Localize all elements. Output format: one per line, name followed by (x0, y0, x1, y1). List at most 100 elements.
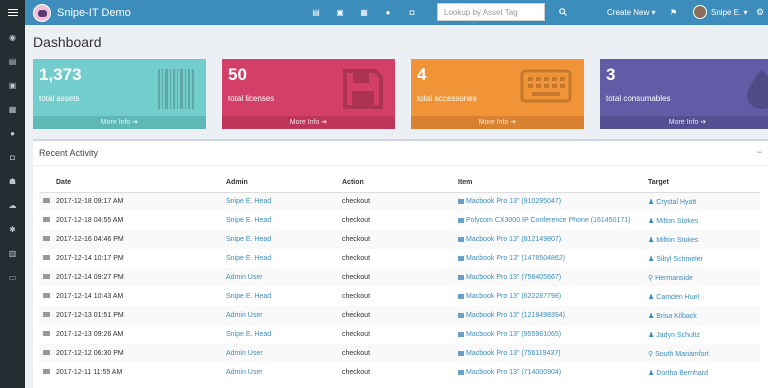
reports-icon[interactable]: ▥ (0, 246, 25, 260)
target-link[interactable]: Dortha Bernhard (656, 370, 708, 377)
admin-link[interactable]: Snipe E. Head (226, 287, 342, 306)
target-link[interactable]: Crystal Hyatt (656, 199, 696, 206)
more-info-link[interactable]: More Info ➔ (33, 116, 206, 129)
row-type-cell (39, 211, 56, 230)
accessories-icon[interactable]: ▦ (0, 102, 25, 116)
column-header-action[interactable]: Action (342, 174, 458, 193)
date-cell: 2017-12-14 09:27 PM (56, 268, 226, 287)
asset-icon (43, 274, 50, 279)
row-type-cell (39, 363, 56, 382)
gear-icon[interactable]: ⚙ (756, 7, 764, 18)
column-header-item[interactable]: Item (458, 174, 648, 193)
more-info-link[interactable]: More Info ➔ (222, 116, 395, 129)
target-link[interactable]: Jadyn Schultz (656, 332, 700, 339)
admin-link[interactable]: Admin User (226, 306, 342, 325)
column-header-admin[interactable]: Admin (226, 174, 342, 193)
admin-link[interactable]: Snipe E. Head (226, 192, 342, 211)
target-link[interactable]: Brisa Kilback (656, 313, 696, 320)
item-link[interactable]: Polycom CX3000 IP Conference Phone (1614… (466, 217, 630, 224)
table-header-row: Date Admin Action Item Target (39, 174, 760, 193)
target-link[interactable]: Milton Stokes (656, 218, 698, 225)
assets-icon[interactable]: ▤ (0, 54, 25, 68)
user-menu[interactable]: Snipe E. ▾ (711, 8, 747, 17)
more-info-link[interactable]: More Info ➔ (411, 116, 584, 129)
consumables-icon[interactable]: ● (384, 8, 392, 17)
item-cell: Macbook Pro 13" (1218498394) (458, 306, 648, 325)
target-cell: ♟ Milton Stokes (648, 211, 760, 230)
action-cell: checkout (342, 306, 458, 325)
total-licenses-tile[interactable]: 50 total licenses More Info ➔ (222, 59, 395, 129)
action-cell: checkout (342, 331, 371, 338)
action-cell: checkout (342, 217, 371, 224)
asset-icon (43, 198, 50, 204)
laptop-icon[interactable]: ▭ (0, 270, 25, 284)
row-type-cell (39, 192, 56, 211)
asset-tag-search-input[interactable]: Lookup by Asset Tag (437, 3, 545, 21)
licenses-icon[interactable]: ▣ (0, 78, 25, 92)
total-consumables-tile[interactable]: 3 total consumables More Info ➔ (600, 59, 768, 129)
admin-link[interactable]: Snipe E. Head (226, 211, 342, 230)
total-accessories-tile[interactable]: 4 total accessories More Info ➔ (411, 59, 584, 129)
assets-icon[interactable]: ▤ (312, 8, 320, 17)
admin-link[interactable]: Snipe E. Head (226, 230, 342, 249)
components-icon[interactable]: ◘ (408, 8, 416, 17)
accessories-icon[interactable]: ▦ (360, 8, 368, 17)
components-icon[interactable]: ◘ (0, 150, 25, 164)
sidebar-toggle-button[interactable] (0, 0, 25, 25)
item-link[interactable]: Macbook Pro 13" (714000904) (466, 369, 561, 376)
tile-label: total consumables (606, 94, 671, 103)
target-link[interactable]: Sibyl Schmeler (656, 256, 703, 263)
date-cell: 2017-12-18 09:17 AM (56, 192, 226, 211)
item-link[interactable]: Macbook Pro 13" (955981065) (466, 331, 561, 338)
user-avatar[interactable] (693, 5, 707, 19)
item-link[interactable]: Macbook Pro 13" (910295047) (466, 198, 561, 205)
user-icon: ♟ (648, 312, 655, 320)
collapse-button[interactable]: − (757, 147, 762, 157)
admin-link[interactable]: Admin User (226, 363, 342, 382)
cloud-icon[interactable]: ☁ (0, 198, 25, 212)
table-row: 2017-12-18 04:55 AM Snipe E. Head checkout… (39, 211, 760, 230)
column-header-target[interactable]: Target (648, 174, 760, 193)
total-assets-tile[interactable]: 1,373 total assets More Info ➔ (33, 59, 206, 129)
action-cell: checkout (342, 293, 371, 300)
action-cell: checkout (342, 255, 371, 262)
users-icon[interactable]: ☗ (0, 174, 25, 188)
licenses-icon[interactable]: ▣ (336, 8, 344, 17)
date-cell: 2017-12-13 09:26 AM (56, 331, 124, 338)
app-title[interactable]: Snipe-IT Demo (57, 7, 131, 19)
row-type-cell (39, 325, 56, 344)
settings-icon[interactable]: ✱ (0, 222, 25, 236)
admin-link[interactable]: Admin User (226, 344, 342, 363)
item-link[interactable]: Macbook Pro 13" (1478504862) (466, 255, 565, 262)
row-type-cell (39, 230, 56, 249)
more-info-link[interactable]: More Info ➔ (600, 116, 768, 129)
date-cell: 2017-12-13 01:51 PM (56, 306, 226, 325)
item-link[interactable]: Macbook Pro 13" (812149807) (466, 236, 561, 243)
item-icon (458, 350, 464, 356)
date-cell: 2017-12-16 04:46 PM (56, 230, 226, 249)
item-link[interactable]: Macbook Pro 13" (756405667) (466, 274, 561, 281)
item-link[interactable]: Macbook Pro 13" (622287798) (466, 293, 561, 300)
admin-link[interactable]: Snipe E. Head (226, 325, 342, 344)
item-link[interactable]: Macbook Pro 13" (1218498394) (466, 312, 565, 319)
target-link[interactable]: South Mariamfort (655, 351, 709, 358)
admin-link[interactable]: Admin User (226, 268, 342, 287)
droplet-icon (747, 69, 768, 109)
item-link[interactable]: Macbook Pro 13" (756119437) (466, 350, 561, 357)
target-link[interactable]: Hermanside (655, 275, 693, 282)
app-logo[interactable] (33, 3, 51, 22)
item-icon (458, 331, 464, 337)
dashboard-icon[interactable]: ◉ (0, 30, 25, 44)
flag-icon[interactable]: ⚑ (670, 8, 677, 17)
target-cell: ♟ Milton Stokes (648, 230, 760, 249)
item-icon (458, 312, 464, 318)
admin-link[interactable]: Snipe E. Head (226, 249, 342, 268)
target-link[interactable]: Milton Stokes (656, 237, 698, 244)
table-row: 2017-12-11 11:55 AM Admin User checkout Mac… (39, 363, 760, 382)
search-button[interactable] (549, 3, 577, 21)
target-link[interactable]: Camden Huel (656, 294, 699, 301)
column-header-date[interactable]: Date (56, 174, 226, 193)
consumables-icon[interactable]: ● (0, 126, 25, 140)
table-row: 2017-12-16 04:46 PM Snipe E. Head checkout… (39, 230, 760, 249)
create-new-menu[interactable]: Create New ▾ (607, 8, 655, 17)
